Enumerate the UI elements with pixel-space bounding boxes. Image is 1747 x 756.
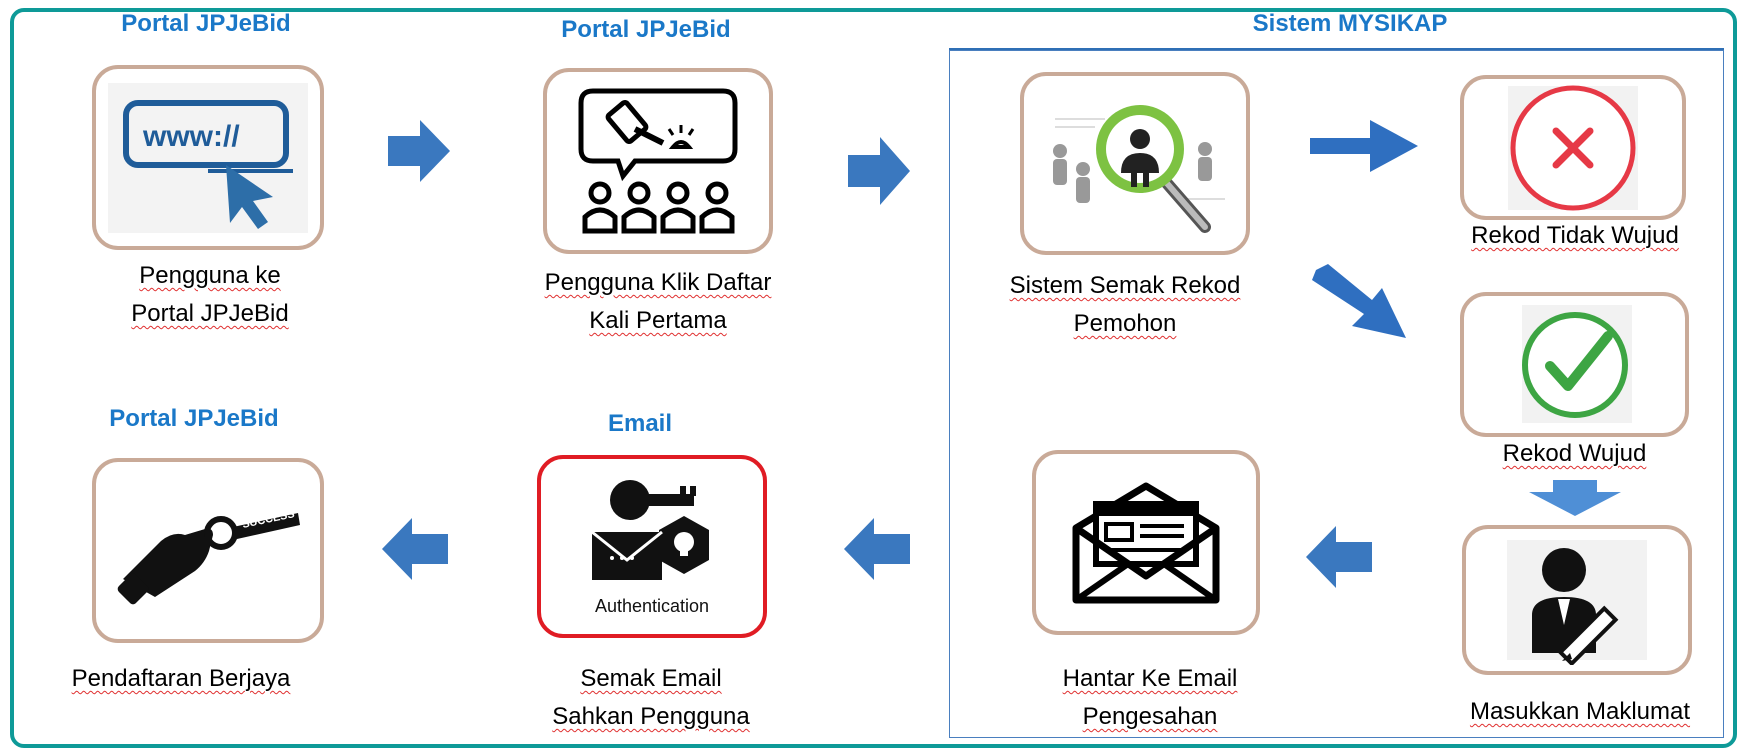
caption-wujud: Rekod Wujud [1502, 440, 1647, 467]
step-node-berjaya: SUCCESS [92, 458, 324, 643]
step-node-tidak-wujud [1460, 75, 1686, 220]
authentication-icon: Authentication [591, 479, 709, 616]
caption-semak-email: Semak Email Sahkan Pengguna [552, 665, 750, 730]
url-text: www:// [142, 120, 240, 153]
step-node-authentication: Authentication [537, 455, 767, 638]
step-node-masukkan [1462, 525, 1692, 675]
arrow-right-1 [388, 120, 450, 182]
arrow-to-wujud [1312, 264, 1406, 338]
auction-group-icon [578, 88, 738, 234]
step-node-semak-rekod [1020, 72, 1250, 255]
caption-pengguna-portal: Pengguna ke Portal JPJeBid [131, 262, 289, 327]
caption-masukkan: Masukkan Maklumat [1469, 698, 1691, 725]
heading-portal-3: Portal JPJeBid [109, 405, 279, 432]
web-browser-icon: www:// [108, 82, 308, 233]
step-node-portal: www:// [92, 65, 324, 250]
check-icon [1521, 304, 1632, 423]
arrow-to-tidak-wujud [1310, 120, 1418, 172]
step-node-hantar-email [1032, 450, 1260, 635]
step-node-klik-daftar [543, 68, 773, 254]
arrow-left-1 [1306, 526, 1372, 588]
caption-klik-daftar: Pengguna Klik Daftar Kali Pertama [544, 269, 772, 334]
user-edit-icon [1507, 540, 1647, 665]
heading-email: Email [607, 410, 673, 437]
envelope-icon [1072, 482, 1220, 603]
caption-hantar-email: Hantar Ke Email Pengesahan [1062, 665, 1238, 730]
heading-sistem-mysikap: Sistem MYSIKAP [1252, 10, 1448, 37]
heading-portal-2: Portal JPJeBid [561, 16, 731, 43]
arrow-right-2 [848, 137, 910, 205]
search-person-icon [1053, 104, 1225, 233]
caption-semak-rekod: Sistem Semak Rekod Pemohon [1009, 272, 1241, 337]
cross-icon [1508, 85, 1638, 210]
arrow-left-3 [382, 518, 448, 580]
caption-tidak-wujud: Rekod Tidak Wujud [1471, 222, 1679, 249]
caption-berjaya: Pendaftaran Berjaya [71, 665, 291, 692]
arrow-down-masukkan [1529, 480, 1621, 516]
arrow-left-2 [844, 518, 910, 580]
success-key-icon: SUCCESS [117, 508, 300, 604]
step-node-wujud [1460, 292, 1689, 437]
heading-portal-1: Portal JPJeBid [121, 10, 291, 37]
authentication-text: Authentication [595, 596, 709, 616]
